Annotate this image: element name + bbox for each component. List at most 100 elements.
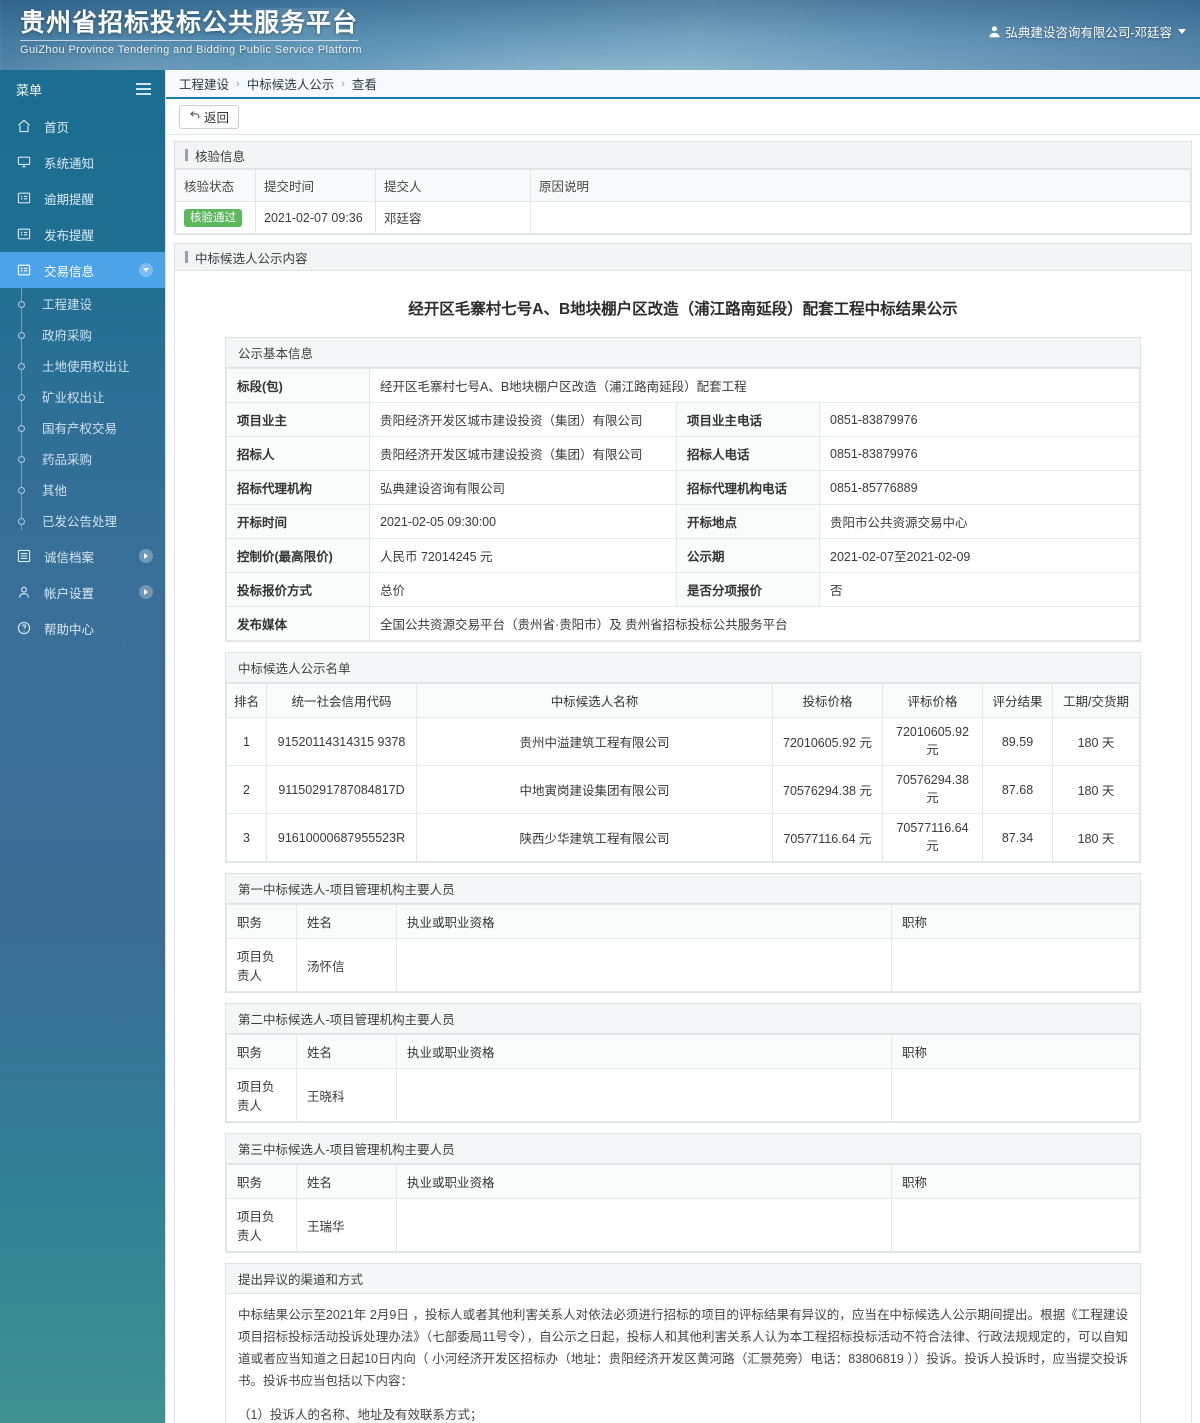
brand-title-cn: 贵州省招标投标公共服务平台 <box>20 8 359 41</box>
cell-rank: 3 <box>226 813 267 862</box>
basic-info-title: 公示基本信息 <box>226 338 1140 368</box>
content-scroll-area[interactable]: 核验信息 核验状态 提交时间 提交人 原因说明 核验通过 2021-02-07 … <box>166 135 1200 1423</box>
sidebar-subitem-land-use-right[interactable]: 土地使用权出让 <box>0 350 165 381</box>
cell-position: 项目负责人 <box>226 1068 297 1122</box>
cell-credit-code: 91610000687955523R <box>266 813 417 862</box>
chevron-right-icon[interactable] <box>139 549 153 563</box>
column-header-name: 姓名 <box>296 1164 397 1199</box>
column-header-rank: 排名 <box>226 683 267 718</box>
sidebar-subitem-drug-procurement[interactable]: 药品采购 <box>0 443 165 474</box>
table-row: 招标代理机构 弘典建设咨询有限公司 招标代理机构电话 0851-85776889 <box>226 470 1140 505</box>
field-value: 2021-02-05 09:30:00 <box>369 504 677 539</box>
cell-eval-price: 72010605.92 元 <box>882 717 983 766</box>
cell-credit-code: 91150291787084817D <box>266 765 417 814</box>
cell-title <box>891 1198 1140 1252</box>
cell-eval-price: 70576294.38 元 <box>882 765 983 814</box>
sidebar-item-system-notice[interactable]: 系统通知 <box>0 144 165 180</box>
back-button[interactable]: 返回 <box>179 104 240 129</box>
cell-candidate-name: 贵州中溢建筑工程有限公司 <box>416 717 773 766</box>
column-header-time: 提交时间 <box>255 169 376 202</box>
list-icon <box>16 548 38 564</box>
sidebar-subitem-others[interactable]: 其他 <box>0 474 165 505</box>
sidebar-item-overdue-reminder[interactable]: 逾期提醒 <box>0 180 165 216</box>
verify-panel-title: 核验信息 <box>175 142 1191 169</box>
sidebar-subitem-engineering[interactable]: 工程建设 <box>0 288 165 319</box>
page-title: 经开区毛寨村七号A、B地块棚户区改造（浦江路南延段）配套工程中标结果公示 <box>408 301 958 318</box>
chevron-down-icon[interactable] <box>139 263 153 277</box>
chevron-down-icon <box>1178 29 1186 34</box>
cell-candidate-name: 陕西少华建筑工程有限公司 <box>416 813 773 862</box>
sidebar-item-home[interactable]: 首页 <box>0 108 165 144</box>
column-header-title: 职称 <box>891 1034 1140 1069</box>
basic-info-table: 标段(包) 经开区毛寨村七号A、B地块棚户区改造（浦江路南延段）配套工程 项目业… <box>226 368 1140 641</box>
sidebar-item-transaction-info[interactable]: 交易信息 <box>0 252 165 288</box>
cell-reason <box>530 201 1191 234</box>
sidebar-item-help-center[interactable]: 帮助中心 <box>0 610 165 646</box>
table-row: 核验通过 2021-02-07 09:36 邓廷容 <box>175 201 1191 234</box>
sidebar-subitem-state-property[interactable]: 国有产权交易 <box>0 412 165 443</box>
table-row: 标段(包) 经开区毛寨村七号A、B地块棚户区改造（浦江路南延段）配套工程 <box>226 368 1140 403</box>
sidebar-subitem-mining-right[interactable]: 矿业权出让 <box>0 381 165 412</box>
sidebar-subitem-label: 药品采购 <box>42 453 93 467</box>
personnel-box-3: 第三中标候选人-项目管理机构主要人员 职务 姓名 执业或职业资格 职称 项目负责… <box>225 1133 1141 1253</box>
objection-paragraph: 中标结果公示至2021年 2月9日 ，投标人或者其他利害关系人对依法必须进行招标… <box>238 1308 1128 1388</box>
home-icon <box>16 118 38 134</box>
column-header-name: 姓名 <box>296 904 397 939</box>
brand: 贵州省招标投标公共服务平台 GuiZhou Province Tendering… <box>20 8 362 56</box>
app-header: 贵州省招标投标公共服务平台 GuiZhou Province Tendering… <box>0 0 1200 70</box>
menu-label: 菜单 <box>16 82 43 98</box>
sidebar-submenu: 工程建设 政府采购 土地使用权出让 矿业权出让 国有产权交易 药品采购 其他 已… <box>0 288 165 538</box>
cell-time: 2021-02-07 09:36 <box>255 201 376 234</box>
column-header-position: 职务 <box>226 1034 297 1069</box>
cell-qualification <box>396 938 892 992</box>
sidebar-item-label: 系统通知 <box>44 156 95 171</box>
table-row: 招标人 贵阳经济开发区城市建设投资（集团）有限公司 招标人电话 0851-838… <box>226 436 1140 471</box>
cell-rank: 2 <box>226 765 267 814</box>
column-header-credit-code: 统一社会信用代码 <box>266 683 417 718</box>
sidebar-item-label: 逾期提醒 <box>44 192 95 207</box>
column-header-name: 姓名 <box>296 1034 397 1069</box>
sidebar-item-publish-reminder[interactable]: 发布提醒 <box>0 216 165 252</box>
personnel-title-1: 第一中标候选人-项目管理机构主要人员 <box>226 874 1140 904</box>
breadcrumb-item-1[interactable]: 中标候选人公示 <box>247 74 335 93</box>
column-header-score: 评分结果 <box>982 683 1053 718</box>
table-header-row: 职务 姓名 执业或职业资格 职称 <box>226 1034 1140 1069</box>
sidebar-subitem-published-notice[interactable]: 已发公告处理 <box>0 505 165 536</box>
breadcrumb-item-2[interactable]: 查看 <box>352 74 377 93</box>
field-label: 标段(包) <box>226 368 370 403</box>
hamburger-icon[interactable] <box>136 83 151 95</box>
user-menu[interactable]: 弘典建设咨询有限公司-邓廷容 <box>988 22 1186 41</box>
column-header-duration: 工期/交货期 <box>1052 683 1140 718</box>
cell-bid-price: 70576294.38 元 <box>772 765 883 814</box>
status-badge: 核验通过 <box>184 208 242 227</box>
column-header-candidate-name: 中标候选人名称 <box>416 683 773 718</box>
field-value: 0851-83879976 <box>819 402 1140 437</box>
sidebar-item-account-settings[interactable]: 帐户设置 <box>0 574 165 610</box>
notice-document: 经开区毛寨村七号A、B地块棚户区改造（浦江路南延段）配套工程中标结果公示 公示基… <box>175 271 1191 1423</box>
chevron-right-icon[interactable] <box>139 585 153 599</box>
field-label: 控制价(最高限价) <box>226 538 370 573</box>
column-header-bid-price: 投标价格 <box>772 683 883 718</box>
breadcrumb-item-0[interactable]: 工程建设 <box>179 74 229 93</box>
cell-title <box>891 938 1140 992</box>
cell-duration: 180 天 <box>1052 717 1140 766</box>
table-header-row: 排名 统一社会信用代码 中标候选人名称 投标价格 评标价格 评分结果 工期/交货… <box>226 683 1140 718</box>
column-header-submitter: 提交人 <box>375 169 531 202</box>
objection-paragraph: （1）投诉人的名称、地址及有效联系方式； <box>238 1408 483 1422</box>
sidebar-item-credit-archive[interactable]: 诚信档案 <box>0 538 165 574</box>
cell-qualification <box>396 1198 892 1252</box>
field-value: 贵阳市公共资源交易中心 <box>819 504 1140 539</box>
cell-eval-price: 70577116.64 元 <box>882 813 983 862</box>
sidebar-subitem-label: 矿业权出让 <box>42 391 105 405</box>
field-value: 全国公共资源交易平台（贵州省·贵阳市）及 贵州省招标投标公共服务平台 <box>369 606 1140 641</box>
cell-score: 87.34 <box>982 813 1053 862</box>
toolbar: 返回 <box>166 99 1200 135</box>
field-label: 投标报价方式 <box>226 572 370 607</box>
notice-panel-title: 中标候选人公示内容 <box>175 244 1191 271</box>
field-value: 人民币 72014245 元 <box>369 538 677 573</box>
field-label: 开标地点 <box>676 504 820 539</box>
field-label: 项目业主 <box>226 402 370 437</box>
sidebar-subitem-gov-procurement[interactable]: 政府采购 <box>0 319 165 350</box>
question-icon <box>16 620 38 636</box>
objection-title: 提出异议的渠道和方式 <box>226 1264 1140 1294</box>
